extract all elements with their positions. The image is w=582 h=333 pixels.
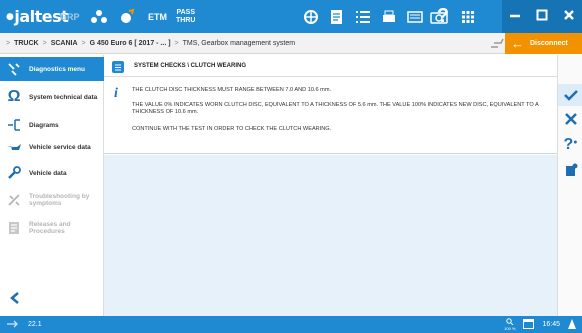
group-label: GRP	[60, 11, 80, 22]
usb-connection-icon	[6, 320, 18, 330]
breadcrumb-item[interactable]: G 450 Euro 6 [ 2017 - ... ]	[90, 40, 171, 47]
page-title: SYSTEM CHECKS \ CLUTCH WEARING	[134, 62, 247, 69]
connector-icon	[490, 35, 506, 52]
troubleshooting-icon	[6, 192, 22, 208]
cancel-x-icon[interactable]	[558, 108, 582, 130]
diagram-icon	[6, 117, 22, 133]
minimize-icon[interactable]	[509, 8, 521, 26]
breadcrumb-item[interactable]: SCANIA	[51, 40, 78, 47]
sidebar-item-vehicle-data[interactable]: Vehicle data	[0, 161, 104, 185]
sidebar-item-system-technical-data[interactable]: Ω System technical data	[0, 85, 104, 109]
sidebar-item-vehicle-service-data[interactable]: Vehicle service data	[0, 135, 104, 159]
maximize-icon[interactable]	[536, 8, 548, 26]
breadcrumb-item[interactable]: TRUCK	[14, 40, 39, 47]
sidebar-item-troubleshooting: Troubleshooting by symptoms	[0, 187, 104, 213]
document-settings-icon[interactable]	[558, 159, 582, 181]
content-area	[104, 155, 557, 316]
battery-icon	[568, 318, 576, 331]
etm-button[interactable]: ETM	[148, 0, 167, 33]
vehicles-icon[interactable]	[86, 0, 112, 33]
info-line: CONTINUE WITH THE TEST IN ORDER TO CHECK…	[132, 126, 332, 132]
procedures-icon	[6, 220, 22, 236]
diagnosis-icon[interactable]	[114, 0, 140, 33]
info-line: THE VALUE 0% INDICATES WORN CLUTCH DISC,…	[132, 102, 539, 116]
action-rail: ? ●	[557, 55, 582, 316]
status-bar: 22.1 100 % 16:45	[0, 316, 582, 333]
omega-icon: Ω	[7, 88, 21, 105]
sidebar-item-releases-procedures: Releases and Procedures	[0, 215, 104, 241]
accept-check-icon[interactable]	[558, 84, 582, 106]
oil-can-icon	[6, 139, 22, 155]
status-right: 100 % 16:45	[496, 316, 576, 333]
arrow-left-icon: ←	[511, 36, 524, 51]
list-icon[interactable]	[350, 0, 376, 33]
keyboard-icon[interactable]	[402, 0, 428, 33]
disconnect-button[interactable]: ← Disconnect	[505, 33, 582, 54]
status-left: 22.1	[6, 316, 42, 333]
sidebar-item-diagrams[interactable]: Diagrams	[0, 113, 104, 137]
info-icon: i	[114, 86, 118, 101]
globe-icon[interactable]	[298, 0, 324, 33]
breadcrumb: > TRUCK > SCANIA > G 450 Euro 6 [ 2017 -…	[6, 40, 296, 47]
apps-grid-icon[interactable]	[454, 0, 482, 33]
close-icon[interactable]	[563, 8, 575, 26]
back-chevron-icon[interactable]	[8, 291, 22, 305]
breadcrumb-item[interactable]: TMS, Gearbox management system	[183, 40, 295, 47]
jaltest-logo: ● jaltest	[6, 7, 69, 26]
printer-icon[interactable]	[376, 0, 402, 33]
battery-voltage: 22.1	[28, 321, 42, 328]
diagnostics-icon	[6, 61, 22, 77]
calendar-icon[interactable]	[523, 318, 535, 331]
sidebar: Diagnostics menu Ω System technical data…	[0, 55, 104, 316]
top-toolbar: ● jaltest GRP ETM PASS THRU ?	[0, 0, 582, 33]
window-controls	[502, 0, 582, 33]
main-header: SYSTEM CHECKS \ CLUTCH WEARING	[104, 55, 557, 77]
checklist-icon	[112, 60, 124, 73]
info-line: THE CLUTCH DISC THICKNESS MUST RANGE BET…	[132, 87, 332, 93]
report-icon[interactable]	[324, 0, 350, 33]
pass-thru-button[interactable]: PASS THRU	[176, 0, 195, 33]
help-question-icon[interactable]: ?	[435, 0, 451, 33]
wrench-icon	[6, 165, 22, 181]
sidebar-item-diagnostics-menu[interactable]: Diagnostics menu	[0, 57, 104, 81]
help-settings-icon[interactable]: ? ●	[558, 134, 582, 156]
clock-time: 16:45	[542, 321, 560, 328]
zoom-indicator[interactable]: 100 %	[504, 318, 515, 331]
info-panel: i THE CLUTCH DISC THICKNESS MUST RANGE B…	[104, 78, 557, 154]
